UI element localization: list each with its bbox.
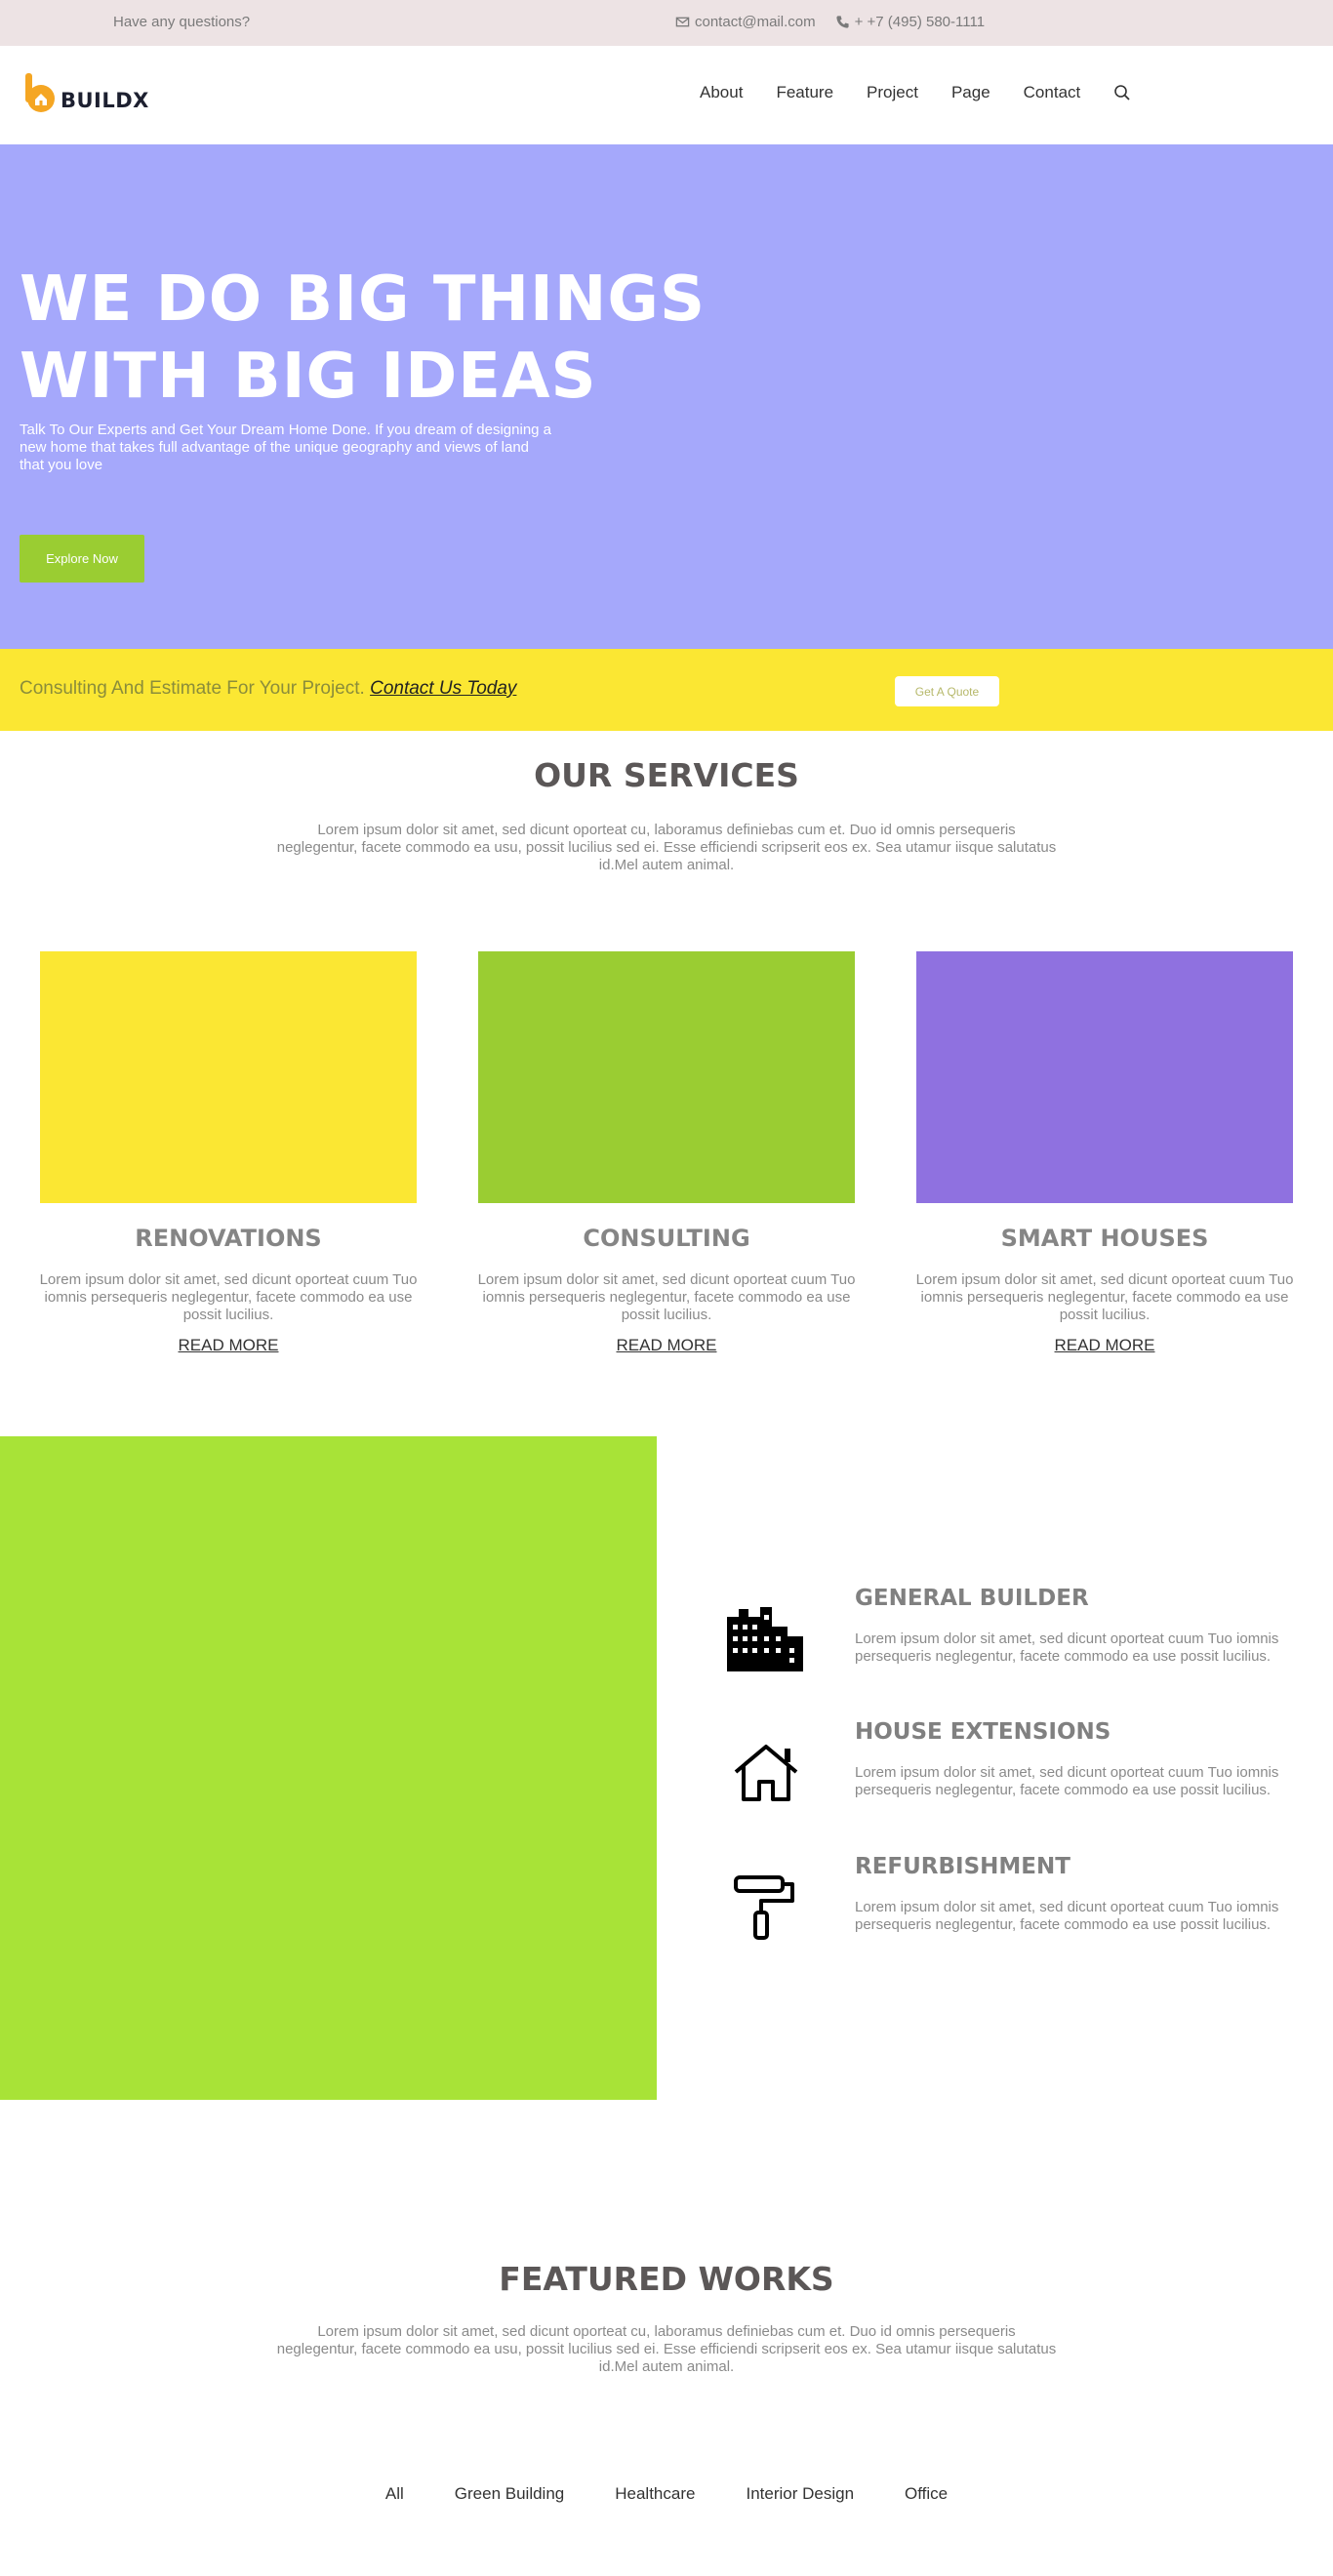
services-description: Lorem ipsum dolor sit amet, sed dicunt o… — [276, 822, 1057, 873]
nav-about[interactable]: About — [700, 83, 743, 102]
paint-roller-icon — [722, 1873, 810, 1942]
phone-text: + +7 (495) 580-1111 — [854, 14, 986, 30]
service-text: Lorem ipsum dolor sit amet, sed dicunt o… — [915, 1271, 1294, 1323]
service-image — [916, 951, 1293, 1203]
house-icon — [722, 1739, 810, 1807]
nav-contact[interactable]: Contact — [1024, 83, 1081, 102]
read-more-link[interactable]: READ MORE — [617, 1336, 717, 1355]
service-title: CONSULTING — [583, 1225, 750, 1252]
filter-interior-design[interactable]: Interior Design — [746, 2484, 854, 2504]
features-image-panel — [0, 1436, 657, 2100]
feature-title: REFURBISHMENT — [855, 1854, 1070, 1879]
filter-all[interactable]: All — [385, 2484, 404, 2504]
service-image — [478, 951, 855, 1203]
feature-title: HOUSE EXTENSIONS — [855, 1719, 1111, 1745]
logo[interactable]: BUILDX — [21, 71, 149, 114]
service-title: SMART HOUSES — [1000, 1225, 1209, 1252]
service-image — [40, 951, 417, 1203]
search-icon[interactable] — [1113, 84, 1131, 101]
contact-info: contact@mail.com + +7 (495) 580-1111 — [675, 14, 985, 30]
logo-house-icon — [21, 71, 62, 114]
filter-healthcare[interactable]: Healthcare — [615, 2484, 695, 2504]
main-nav: About Feature Project Page Contact — [700, 83, 1131, 102]
site-header: BUILDX About Feature Project Page Contac… — [0, 46, 1333, 144]
hero-section: WE DO BIG THINGS WITH BIG IDEAS Talk To … — [0, 144, 1333, 649]
envelope-icon — [675, 17, 690, 27]
hero-title: WE DO BIG THINGS WITH BIG IDEAS — [20, 263, 707, 413]
services-title: OUR SERVICES — [534, 756, 799, 794]
cta-message: Consulting And Estimate For Your Project… — [20, 678, 365, 699]
phone-link[interactable]: + +7 (495) 580-1111 — [835, 14, 985, 30]
feature-title: GENERAL BUILDER — [855, 1586, 1089, 1611]
filter-green-building[interactable]: Green Building — [455, 2484, 564, 2504]
building-icon — [722, 1605, 810, 1673]
logo-text: BUILDX — [61, 89, 149, 112]
nav-page[interactable]: Page — [951, 83, 990, 102]
nav-project[interactable]: Project — [867, 83, 918, 102]
service-title: RENOVATIONS — [135, 1225, 322, 1252]
feature-refurbishment: REFURBISHMENT Lorem ipsum dolor sit amet… — [722, 1854, 1327, 1961]
featured-works-description: Lorem ipsum dolor sit amet, sed dicunt o… — [276, 2323, 1057, 2375]
feature-house-extensions: HOUSE EXTENSIONS Lorem ipsum dolor sit a… — [722, 1719, 1327, 1827]
cta-band: Consulting And Estimate For Your Project… — [0, 649, 1333, 731]
feature-text: Lorem ipsum dolor sit amet, sed dicunt o… — [855, 1630, 1279, 1665]
contact-us-link[interactable]: Contact Us Today — [370, 678, 516, 699]
explore-now-button[interactable]: Explore Now — [20, 535, 144, 583]
feature-text: Lorem ipsum dolor sit amet, sed dicunt o… — [855, 1764, 1279, 1798]
feature-general-builder: GENERAL BUILDER Lorem ipsum dolor sit am… — [722, 1586, 1327, 1693]
get-a-quote-button[interactable]: Get A Quote — [895, 676, 999, 706]
works-filter-tabs: All Green Building Healthcare Interior D… — [0, 2484, 1333, 2504]
service-card-renovations: RENOVATIONS Lorem ipsum dolor sit amet, … — [28, 951, 428, 1355]
service-card-consulting: CONSULTING Lorem ipsum dolor sit amet, s… — [466, 951, 867, 1355]
service-card-smart-houses: SMART HOUSES Lorem ipsum dolor sit amet,… — [905, 951, 1305, 1355]
phone-icon — [836, 16, 849, 28]
email-link[interactable]: contact@mail.com — [675, 14, 816, 30]
nav-feature[interactable]: Feature — [776, 83, 833, 102]
cta-text: Consulting And Estimate For Your Project… — [20, 678, 516, 700]
top-bar: Have any questions? contact@mail.com + +… — [0, 0, 1333, 46]
feature-text: Lorem ipsum dolor sit amet, sed dicunt o… — [855, 1899, 1279, 1933]
service-text: Lorem ipsum dolor sit amet, sed dicunt o… — [477, 1271, 856, 1323]
read-more-link[interactable]: READ MORE — [1055, 1336, 1155, 1355]
hero-subtitle: Talk To Our Experts and Get Your Dream H… — [20, 422, 552, 473]
questions-text: Have any questions? — [113, 14, 251, 30]
email-text: contact@mail.com — [695, 14, 816, 30]
service-text: Lorem ipsum dolor sit amet, sed dicunt o… — [39, 1271, 418, 1323]
read-more-link[interactable]: READ MORE — [179, 1336, 279, 1355]
filter-office[interactable]: Office — [905, 2484, 948, 2504]
featured-works-title: FEATURED WORKS — [499, 2260, 834, 2298]
